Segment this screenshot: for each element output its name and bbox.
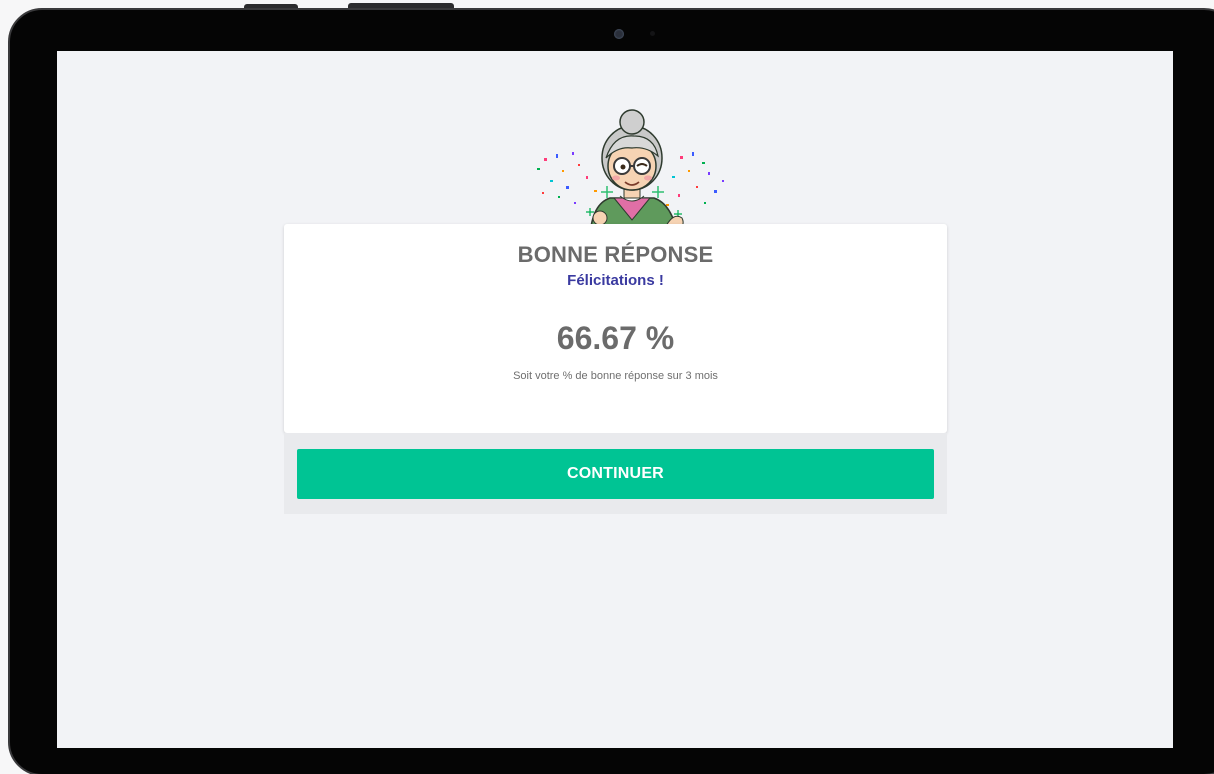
device-stage: BONNE RÉPONSE Félicitations ! 66.67 % So…: [0, 0, 1214, 774]
result-title: BONNE RÉPONSE: [517, 242, 714, 267]
grandmother-mascot-icon: [537, 109, 724, 236]
result-card: BONNE RÉPONSE Félicitations ! 66.67 % So…: [284, 224, 947, 433]
light-sensor: [650, 31, 655, 36]
front-camera-icon: [614, 29, 624, 39]
score-percentage: 66.67 %: [556, 320, 675, 356]
app-screen: BONNE RÉPONSE Félicitations ! 66.67 % So…: [57, 51, 1173, 748]
action-panel: CONTINUER: [284, 433, 947, 514]
continue-button[interactable]: CONTINUER: [297, 449, 934, 499]
result-subtitle: Félicitations !: [567, 272, 664, 289]
score-caption: Soit votre % de bonne réponse sur 3 mois: [513, 370, 718, 382]
